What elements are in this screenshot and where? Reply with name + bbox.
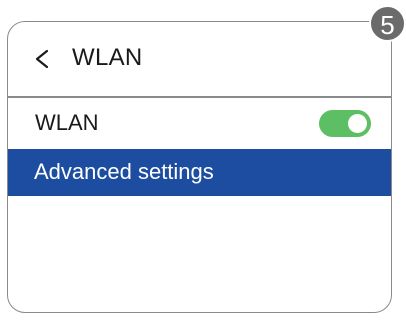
step-number-badge: 5 [369, 5, 406, 42]
wlan-label: WLAN [35, 110, 99, 135]
page-title: WLAN [72, 44, 143, 71]
device-screen: WLAN WLAN Advanced settings [7, 21, 392, 313]
advanced-settings-label: Advanced settings [34, 159, 214, 184]
wlan-toggle[interactable] [319, 110, 371, 137]
back-icon[interactable] [34, 49, 50, 69]
toggle-knob [348, 114, 367, 133]
wlan-setting-row[interactable]: WLAN [8, 98, 391, 149]
header: WLAN [8, 22, 391, 96]
advanced-settings-item[interactable]: Advanced settings [8, 149, 391, 196]
